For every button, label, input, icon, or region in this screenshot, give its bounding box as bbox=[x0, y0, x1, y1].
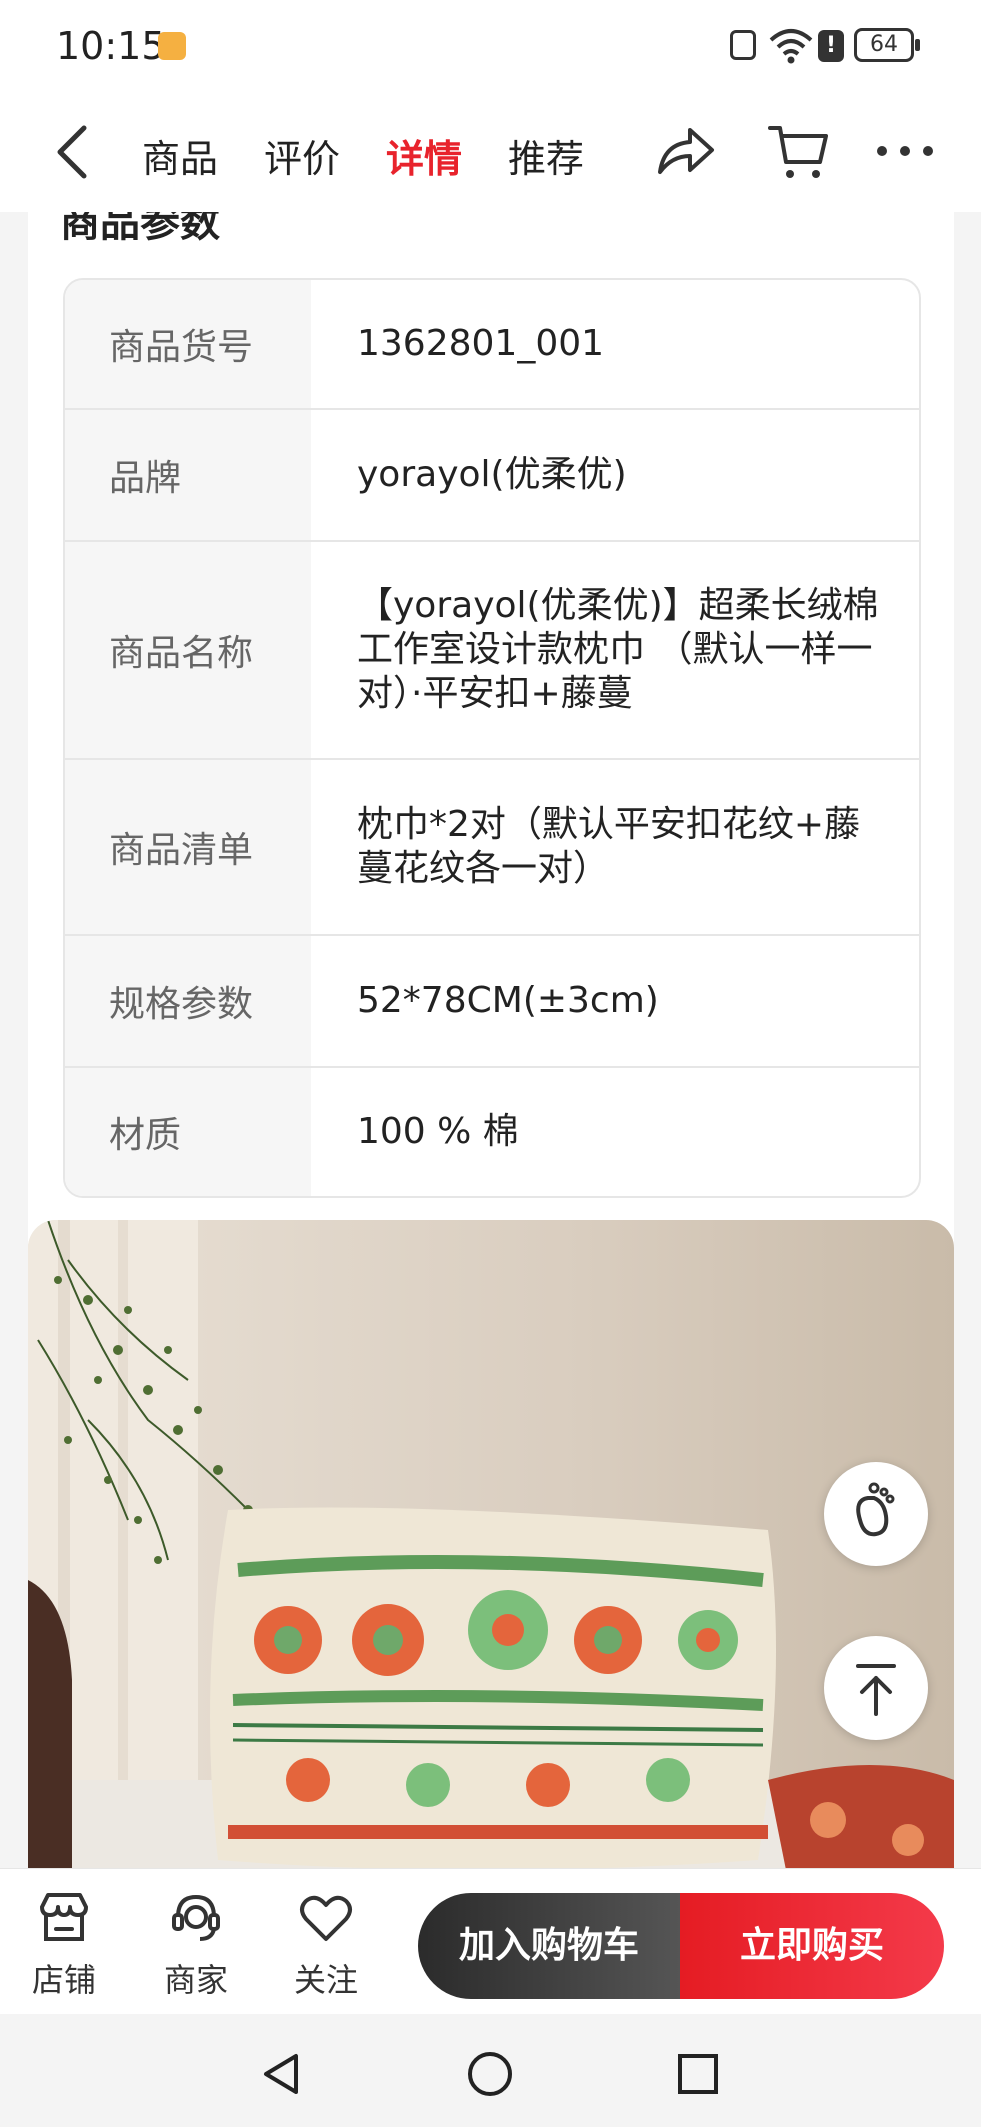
param-key: 规格参数 bbox=[65, 936, 311, 1066]
follow-label: 关注 bbox=[293, 1961, 358, 1999]
table-row: 商品清单 枕巾*2对（默认平安扣花纹+藤蔓花纹各一对） bbox=[65, 760, 919, 936]
bottom-action-bar: 店铺 商家 关注 加入购物车 立即购买 bbox=[0, 1868, 981, 2015]
param-key: 商品清单 bbox=[65, 760, 311, 934]
tab-reviews[interactable]: 评价 bbox=[264, 128, 340, 183]
table-row: 商品货号 1362801_001 bbox=[65, 280, 919, 410]
product-details-content[interactable]: 商品参数 商品货号 1362801_001 品牌 yorayol(优柔优) 商品… bbox=[28, 212, 954, 1868]
alert-icon: ! bbox=[818, 30, 844, 62]
top-nav-bar: 商品 评价 详情 推荐 bbox=[0, 96, 981, 212]
customer-service-icon bbox=[172, 1894, 220, 1941]
param-value: 枕巾*2对（默认平安扣花纹+藤蔓花纹各一对） bbox=[357, 804, 861, 889]
back-to-top-button[interactable] bbox=[824, 1636, 928, 1740]
tab-product[interactable]: 商品 bbox=[142, 128, 218, 183]
param-key: 商品货号 bbox=[65, 280, 311, 408]
back-icon[interactable] bbox=[46, 120, 106, 184]
tab-recommend[interactable]: 推荐 bbox=[508, 128, 584, 183]
app-notification-icon bbox=[158, 32, 186, 60]
section-title: 商品参数 bbox=[60, 212, 220, 246]
battery-level: 64 bbox=[870, 32, 898, 57]
param-key: 商品名称 bbox=[65, 542, 311, 758]
wifi-icon bbox=[769, 29, 813, 64]
param-key: 品牌 bbox=[65, 410, 311, 540]
cart-icon[interactable] bbox=[766, 118, 832, 184]
battery-icon: 64 bbox=[854, 28, 920, 62]
param-value: yorayol(优柔优) bbox=[357, 454, 627, 495]
merchant-label: 商家 bbox=[163, 1961, 228, 1999]
param-value: 100 % 棉 bbox=[357, 1111, 519, 1152]
add-to-cart-button[interactable]: 加入购物车 bbox=[418, 1893, 680, 1999]
tab-details[interactable]: 详情 bbox=[386, 128, 462, 183]
store-button[interactable]: 店铺 bbox=[14, 1887, 114, 2001]
system-nav-bar bbox=[0, 2014, 981, 2127]
params-table: 商品货号 1362801_001 品牌 yorayol(优柔优) 商品名称 【y… bbox=[63, 278, 921, 1198]
table-row: 商品名称 【yorayol(优柔优)】超柔长绒棉工作室设计款枕巾 （默认一样一对… bbox=[65, 542, 919, 760]
table-row: 品牌 yorayol(优柔优) bbox=[65, 410, 919, 542]
share-icon[interactable] bbox=[652, 118, 718, 184]
follow-button[interactable]: 关注 bbox=[276, 1887, 376, 2001]
recents-square-icon[interactable] bbox=[674, 2050, 722, 2098]
store-icon bbox=[40, 1893, 88, 1941]
nfc-icon bbox=[730, 30, 756, 60]
back-to-top-icon bbox=[856, 1664, 896, 1716]
product-image[interactable] bbox=[28, 1220, 954, 1868]
footprint-icon bbox=[856, 1482, 895, 1537]
param-key: 材质 bbox=[65, 1068, 311, 1196]
store-label: 店铺 bbox=[31, 1961, 96, 1999]
table-row: 材质 100 % 棉 bbox=[65, 1068, 919, 1196]
param-value: 52*78CM(±3cm) bbox=[357, 980, 659, 1021]
home-circle-icon[interactable] bbox=[466, 2050, 514, 2098]
heart-icon bbox=[300, 1895, 352, 1941]
status-bar: 10:15 ! 64 bbox=[0, 0, 981, 96]
back-triangle-icon[interactable] bbox=[258, 2050, 306, 2098]
status-time: 10:15 bbox=[56, 24, 166, 68]
buy-now-button[interactable]: 立即购买 bbox=[680, 1893, 944, 1999]
param-value: 1362801_001 bbox=[357, 323, 605, 364]
table-row: 规格参数 52*78CM(±3cm) bbox=[65, 936, 919, 1068]
merchant-button[interactable]: 商家 bbox=[146, 1887, 246, 2001]
param-value: 【yorayol(优柔优)】超柔长绒棉工作室设计款枕巾 （默认一样一对）·平安扣… bbox=[357, 585, 879, 714]
footprint-button[interactable] bbox=[824, 1462, 928, 1566]
more-icon[interactable] bbox=[872, 126, 938, 176]
